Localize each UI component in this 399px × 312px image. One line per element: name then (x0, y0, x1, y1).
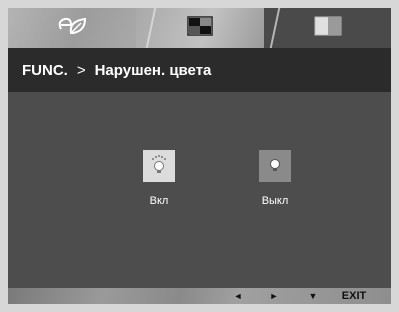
tab-color[interactable] (264, 8, 391, 48)
exit-button[interactable]: EXIT (334, 288, 374, 304)
bulb-on-icon (148, 153, 170, 180)
options-area: Вкл Выкл (8, 92, 391, 288)
breadcrumb-separator: > (76, 61, 86, 79)
option-off-label: Выкл (261, 195, 289, 207)
color-split-icon (314, 16, 342, 41)
breadcrumb-root: FUNC. (22, 61, 68, 79)
page-title: Нарушен. цвета (94, 61, 212, 79)
tab-picture[interactable] (136, 8, 264, 48)
option-on-label: Вкл (149, 195, 169, 207)
navigation-bar: ◄ ► ▼ EXIT (8, 288, 391, 304)
eco-leaf-icon (55, 15, 89, 42)
nav-left-button[interactable]: ◄ (230, 288, 246, 304)
breadcrumb: FUNC. > Нарушен. цвета (8, 48, 391, 92)
option-on-button[interactable] (143, 150, 175, 182)
nav-right-button[interactable]: ► (266, 288, 282, 304)
tab-bar (8, 8, 391, 48)
picture-mode-icon (187, 15, 213, 41)
option-off: Выкл (245, 150, 305, 207)
tab-eco[interactable] (8, 8, 136, 48)
option-on: Вкл (129, 150, 189, 207)
osd-frame: FUNC. > Нарушен. цвета Вкл Выкл ◄ ► ▼ EX… (0, 0, 399, 312)
option-off-button[interactable] (259, 150, 291, 182)
osd-panel: FUNC. > Нарушен. цвета Вкл Выкл ◄ ► ▼ EX… (8, 8, 391, 304)
nav-down-button[interactable]: ▼ (305, 288, 321, 304)
bulb-off-icon (264, 153, 286, 180)
